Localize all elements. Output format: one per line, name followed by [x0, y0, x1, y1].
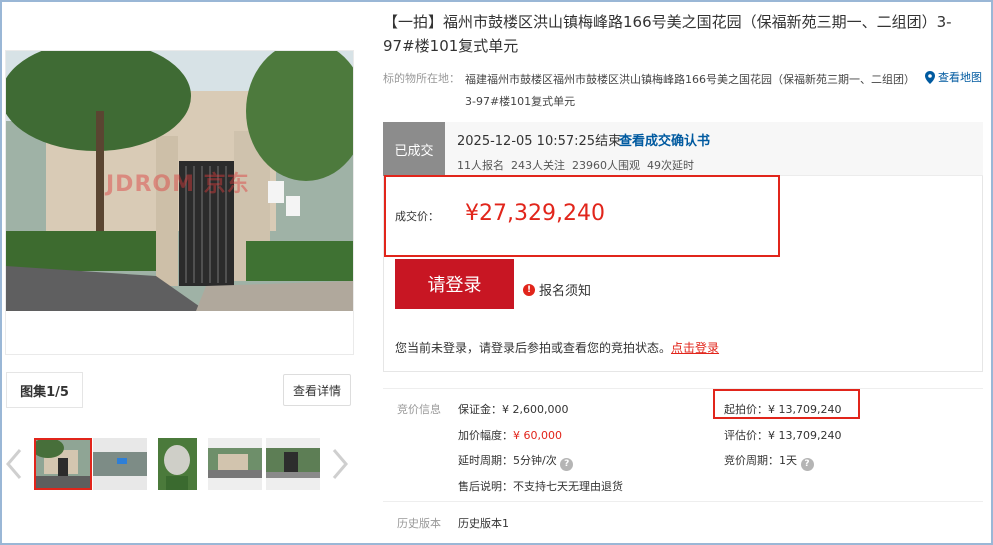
- delay-period: 延时周期：5分钟/次 ?: [458, 452, 574, 471]
- bid-info-label: 竞价信息: [397, 403, 441, 416]
- map-pin-icon: [925, 70, 935, 84]
- gallery-counter: 图集1/5: [6, 372, 83, 408]
- registration-notice-label: 报名须知: [539, 284, 592, 299]
- view-map-link[interactable]: 查看地图: [925, 69, 982, 85]
- status-badge: 已成交: [383, 122, 445, 176]
- click-login-link[interactable]: 点击登录: [671, 341, 719, 355]
- thumbnail-image: [93, 438, 147, 490]
- login-hint-text: 您当前未登录，请登录后参拍或查看您的竞拍状态。: [395, 341, 672, 355]
- thumbnail-4[interactable]: [208, 438, 262, 490]
- history-label: 历史版本: [397, 517, 441, 530]
- history-version[interactable]: 历史版本1: [458, 515, 509, 531]
- view-confirmation-link[interactable]: 查看成交确认书: [619, 130, 710, 149]
- chevron-left-icon[interactable]: [4, 447, 24, 481]
- deal-price-label: 成交价：: [395, 210, 439, 223]
- thumbnail-image: [208, 438, 262, 490]
- help-icon[interactable]: ?: [560, 457, 574, 471]
- auction-stats: 11人报名 243人关注 23960人围观 49次延时: [457, 159, 694, 172]
- location-label: 标的物所在地：: [383, 72, 460, 85]
- end-time: 2025-12-05 10:57:25结束: [457, 134, 622, 149]
- chevron-right-icon[interactable]: [330, 447, 350, 481]
- login-button[interactable]: 请登录: [395, 259, 514, 309]
- thumbnail-2[interactable]: [93, 438, 147, 490]
- bid-period: 竞价周期：1天 ?: [724, 452, 814, 471]
- alert-icon: !: [523, 283, 535, 296]
- thumbnail-image: [36, 440, 90, 488]
- registration-notice-link[interactable]: ! 报名须知: [523, 280, 591, 299]
- deal-price: ¥27,329,240: [465, 201, 605, 226]
- deposit: 保证金：¥ 2,600,000: [458, 403, 569, 416]
- location-text: 福建福州市鼓楼区福州市鼓楼区洪山镇梅峰路166号美之国花园（保福新苑三期一、二组…: [465, 73, 915, 108]
- help-icon[interactable]: ?: [800, 457, 814, 471]
- watermark: JDROM 京东: [106, 172, 250, 197]
- increment-label: 加价幅度：: [458, 429, 513, 442]
- thumbnail-image: [266, 438, 320, 490]
- thumbnail-5[interactable]: [266, 438, 320, 490]
- view-details-button[interactable]: 查看详情: [283, 374, 351, 406]
- start-price: 起拍价：¥ 13,709,240: [724, 403, 842, 416]
- thumbnail-3[interactable]: [158, 438, 197, 490]
- main-photo[interactable]: JDROM 京东: [5, 50, 354, 355]
- increment: 加价幅度：¥ 60,000: [458, 427, 562, 443]
- view-map-label: 查看地图: [938, 71, 982, 84]
- thumbnail-image: [158, 438, 197, 490]
- appraisal-price: 评估价：¥ 13,709,240: [724, 429, 842, 442]
- bid-period-text: 竞价周期：1天: [724, 454, 797, 467]
- page-title: 【一拍】福州市鼓楼区洪山镇梅峰路166号美之国花园（保福新苑三期一、二组团）3-…: [383, 13, 952, 55]
- login-hint: 您当前未登录，请登录后参拍或查看您的竞拍状态。点击登录: [395, 339, 719, 356]
- delay-period-text: 延时周期：5分钟/次: [458, 454, 557, 467]
- thumbnail-1[interactable]: [34, 438, 92, 490]
- increment-value: ¥ 60,000: [513, 429, 562, 442]
- after-sale: 售后说明：不支持七天无理由退货: [458, 480, 623, 493]
